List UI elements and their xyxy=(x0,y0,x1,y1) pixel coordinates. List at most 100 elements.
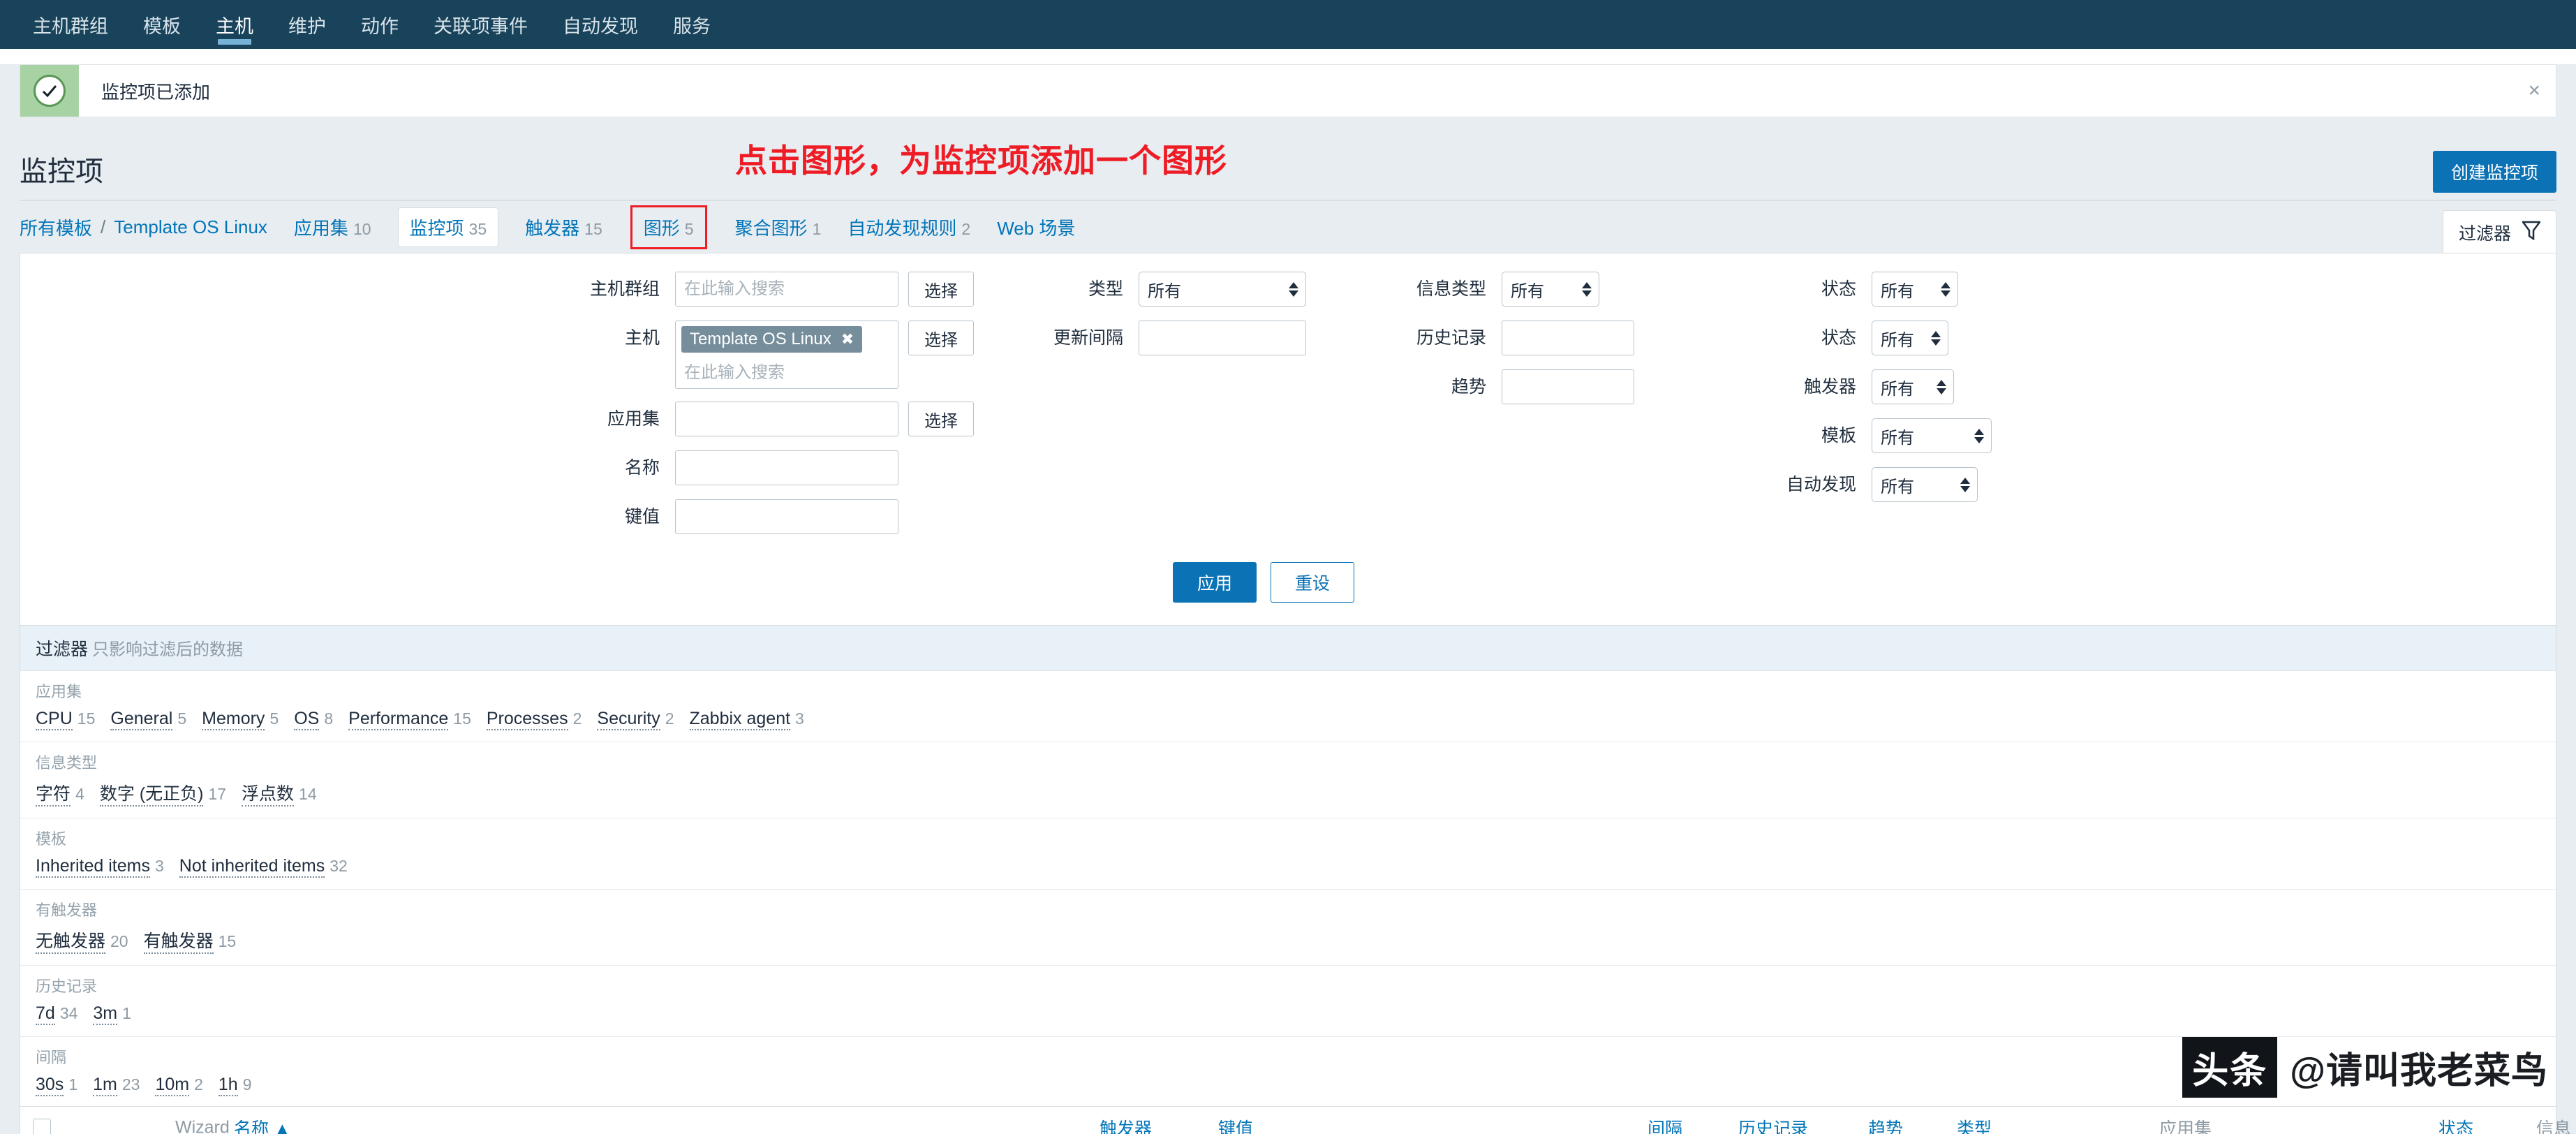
filter-input-1-0[interactable] xyxy=(675,272,898,307)
nav-item-label: 关联项事件 xyxy=(434,15,528,37)
select-button-1-1[interactable]: 选择 xyxy=(908,321,974,355)
breadcrumb-tab-1[interactable]: 监控项 35 xyxy=(397,207,499,247)
subfilter-item: Performance 15 xyxy=(348,709,471,730)
subfilter-link-2-1[interactable]: Not inherited items xyxy=(179,856,325,878)
filter-input-3-2[interactable] xyxy=(1502,369,1634,404)
breadcrumb-tab-4[interactable]: 聚合图形 1 xyxy=(735,214,822,240)
filter-label-1-1: 主机 xyxy=(624,328,660,348)
table-column-header-5[interactable]: 历史记录 xyxy=(1738,1115,1808,1134)
filter-input-1-2[interactable] xyxy=(675,402,898,436)
nav-item-4[interactable]: 动作 xyxy=(343,0,416,49)
filter-input-3-1[interactable] xyxy=(1502,321,1634,355)
filter-select-4-2[interactable]: 所有 xyxy=(1872,369,1954,404)
subfilter-count: 3 xyxy=(795,709,804,728)
subfilter-link-0-0[interactable]: CPU xyxy=(36,709,73,730)
subfilter-link-5-1[interactable]: 1m xyxy=(93,1075,117,1096)
remove-chip-icon[interactable]: ✖ xyxy=(841,330,854,348)
table-column-header-6[interactable]: 趋势 xyxy=(1868,1115,1903,1134)
filter-row-3-0: 信息类型 所有 xyxy=(1390,272,1634,307)
nav-item-6[interactable]: 自动发现 xyxy=(545,0,656,49)
subfilter-item: Memory 5 xyxy=(202,709,279,730)
filter-tab-label: 过滤器 xyxy=(2458,224,2511,244)
success-message-text: 监控项已添加 xyxy=(101,81,211,103)
table-column-header-0: Wizard xyxy=(175,1117,230,1134)
subfilter-count: 1 xyxy=(68,1075,78,1094)
breadcrumb-tab-0[interactable]: 应用集 10 xyxy=(294,214,371,240)
nav-item-7[interactable]: 服务 xyxy=(656,0,728,49)
subfilter-link-3-0[interactable]: 无触发器 xyxy=(36,927,106,954)
filter-input-1-3[interactable] xyxy=(675,450,898,485)
success-message-bar: 监控项已添加 × xyxy=(20,64,2556,117)
nav-item-1[interactable]: 模板 xyxy=(126,0,198,49)
subfilter-link-1-0[interactable]: 字符 xyxy=(36,780,71,807)
subfilter-link-0-6[interactable]: Security xyxy=(597,709,660,730)
nav-item-0[interactable]: 主机群组 xyxy=(15,0,126,49)
table-column-header-1[interactable]: 名称 ▲ xyxy=(234,1115,291,1134)
subfilter-link-1-2[interactable]: 浮点数 xyxy=(242,780,295,807)
subfilter-link-0-4[interactable]: Performance xyxy=(348,709,449,730)
subfilter-link-5-0[interactable]: 30s xyxy=(36,1075,64,1096)
subfilter-links: 7d 34 3m 1 xyxy=(36,1003,2540,1025)
subfilter-group-2: 模板 Inherited items 3 Not inherited items 32 xyxy=(20,818,2556,890)
breadcrumb-tab-2[interactable]: 触发器 15 xyxy=(525,214,602,240)
select-button-1-2[interactable]: 选择 xyxy=(908,402,974,436)
subfilter-item: General 5 xyxy=(110,709,186,730)
filter-row-4-2: 触发器 所有 xyxy=(1753,369,1992,404)
filter-input-2-1[interactable] xyxy=(1139,321,1306,355)
nav-item-5[interactable]: 关联项事件 xyxy=(416,0,545,49)
reset-button[interactable]: 重设 xyxy=(1271,562,1355,603)
create-item-button[interactable]: 创建监控项 xyxy=(2432,151,2556,193)
subfilter-link-0-7[interactable]: Zabbix agent xyxy=(689,709,791,730)
filter-select-4-4[interactable]: 所有 xyxy=(1872,467,1978,502)
check-circle-icon xyxy=(34,75,66,107)
filter-select-value: 所有 xyxy=(1148,281,1181,301)
subfilter-link-4-0[interactable]: 7d xyxy=(36,1003,55,1025)
table-column-header-3[interactable]: 键值 xyxy=(1218,1115,1253,1134)
select-all-checkbox[interactable] xyxy=(33,1119,51,1134)
subfilter-link-4-1[interactable]: 3m xyxy=(93,1003,118,1025)
subfilter-link-0-1[interactable]: General xyxy=(110,709,173,730)
success-icon-wrap xyxy=(20,65,79,117)
subfilter-group-title: 间隔 xyxy=(36,1049,67,1066)
nav-item-3[interactable]: 维护 xyxy=(271,0,343,49)
chevron-updown-icon xyxy=(1974,428,1984,443)
nav-item-2[interactable]: 主机 xyxy=(198,0,271,49)
subfilter-link-1-1[interactable]: 数字 (无正负) xyxy=(99,780,204,807)
host-chip[interactable]: Template OS Linux ✖ xyxy=(681,326,863,353)
filter-multiselect-host[interactable]: Template OS Linux ✖ 在此输入搜索 xyxy=(675,321,898,389)
filter-select-4-1[interactable]: 所有 xyxy=(1872,321,1948,355)
filter-select-3-0[interactable]: 所有 xyxy=(1502,272,1599,307)
subfilter-link-0-5[interactable]: Processes xyxy=(486,709,568,730)
filter-select-4-0[interactable]: 所有 xyxy=(1872,272,1958,307)
subfilter-item: Inherited items 3 xyxy=(36,856,164,878)
breadcrumb-template[interactable]: Template OS Linux xyxy=(114,216,267,238)
table-column-header-9[interactable]: 状态 xyxy=(2438,1115,2473,1134)
subfilter-group-1: 信息类型 字符 4 数字 (无正负) 17 浮点数 14 xyxy=(20,742,2556,818)
select-button-1-0[interactable]: 选择 xyxy=(908,272,974,307)
subfilter-link-3-1[interactable]: 有触发器 xyxy=(143,927,214,954)
apply-button[interactable]: 应用 xyxy=(1172,562,1257,603)
subfilter-links: 30s 1 1m 23 10m 2 1h 9 xyxy=(36,1075,2540,1096)
subfilter-link-5-2[interactable]: 10m xyxy=(155,1075,190,1096)
filter-row-1-4: 键值 xyxy=(542,499,974,534)
breadcrumb-tab-5[interactable]: 自动发现规则 2 xyxy=(847,214,970,240)
breadcrumb-all-templates[interactable]: 所有模板 xyxy=(20,214,92,240)
table-column-header-4[interactable]: 间隔 xyxy=(1648,1115,1682,1134)
subfilter-group-title: 应用集 xyxy=(36,683,82,700)
close-icon[interactable]: × xyxy=(2528,80,2540,101)
subfilter-link-0-3[interactable]: OS xyxy=(294,709,320,730)
subfilter-link-5-3[interactable]: 1h xyxy=(218,1075,238,1096)
filter-tab[interactable]: 过滤器 xyxy=(2442,210,2556,254)
filter-input-1-4[interactable] xyxy=(675,499,898,534)
subfilter-link-0-2[interactable]: Memory xyxy=(202,709,265,730)
subfilter-link-2-0[interactable]: Inherited items xyxy=(36,856,150,878)
breadcrumb-tab-3[interactable]: 图形 5 xyxy=(630,205,707,249)
breadcrumb-tab-6[interactable]: Web 场景 xyxy=(997,214,1075,240)
filter-select-2-0[interactable]: 所有 xyxy=(1139,272,1306,307)
host-search-placeholder[interactable]: 在此输入搜索 xyxy=(681,353,892,385)
table-column-header-7[interactable]: 类型 xyxy=(1957,1115,1992,1134)
table-column-header-2[interactable]: 触发器 xyxy=(1100,1115,1152,1134)
filter-row-1-2: 应用集 选择 xyxy=(542,402,974,436)
filter-select-4-3[interactable]: 所有 xyxy=(1872,418,1992,453)
subfilter-count: 1 xyxy=(122,1004,131,1022)
